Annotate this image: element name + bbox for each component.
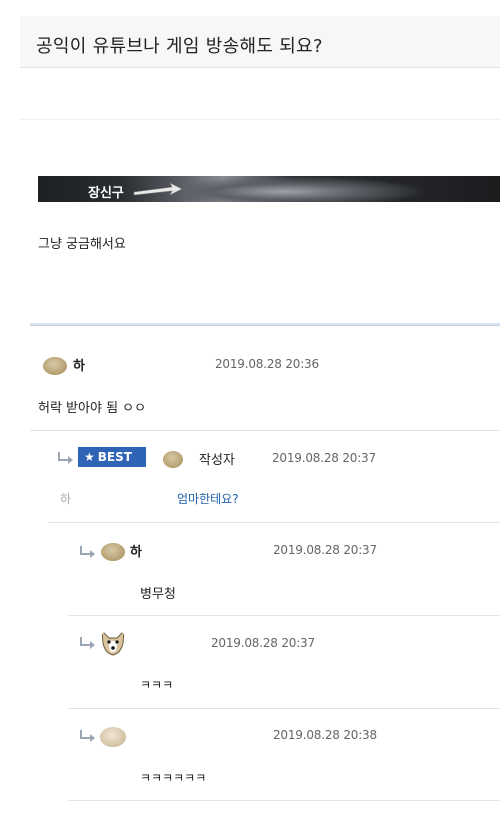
comment-separator	[48, 522, 500, 523]
reply-arrow-icon	[80, 637, 95, 649]
comment-text: 병무청	[140, 587, 176, 602]
comment-date: 2019.08.28 20:38	[273, 728, 377, 742]
best-badge: ★ BEST	[78, 447, 146, 467]
quoted-nick: 하	[60, 492, 72, 506]
comment-nick[interactable]: 하	[73, 355, 85, 374]
comment-date: 2019.08.28 20:37	[273, 543, 377, 557]
puppy-avatar-icon	[100, 727, 126, 747]
dog-avatar-icon	[101, 629, 125, 656]
comment-nick[interactable]: 작성자	[199, 449, 235, 468]
caption-arrow-icon	[133, 182, 183, 196]
reply-arrow-icon	[80, 546, 95, 558]
post-image: 장신구	[38, 176, 500, 202]
potato-avatar-icon	[163, 451, 183, 468]
potato-avatar-icon	[43, 357, 67, 375]
comment-text: 허락 받아야 됨 ㅇㅇ	[38, 401, 147, 416]
post-title-bar: 공익이 유튜브나 게임 방송해도 되요?	[20, 16, 500, 68]
image-caption: 장신구	[88, 186, 124, 201]
star-icon: ★	[84, 450, 95, 464]
comments-divider	[30, 323, 500, 326]
reply-arrow-icon	[58, 452, 73, 464]
post-body: 그냥 궁금해서요	[38, 237, 126, 252]
comment-separator	[68, 800, 500, 801]
reply-arrow-icon	[80, 730, 95, 742]
best-label: BEST	[97, 450, 132, 464]
comment-separator	[30, 430, 500, 431]
comment-date: 2019.08.28 20:37	[272, 451, 376, 465]
comment-text: ㅋㅋㅋ	[140, 678, 174, 692]
image-shade	[188, 176, 428, 202]
comment-date: 2019.08.28 20:37	[211, 636, 315, 650]
comment-nick[interactable]: 하	[130, 541, 142, 560]
comment-date: 2019.08.28 20:36	[215, 357, 319, 371]
post-meta-strip	[20, 68, 500, 120]
potato-avatar-icon	[101, 543, 125, 561]
comment-separator	[68, 708, 500, 709]
post-title: 공익이 유튜브나 게임 방송해도 되요?	[36, 36, 323, 57]
comment-separator	[68, 615, 500, 616]
comment-text: 엄마한테요?	[177, 492, 239, 506]
comment-text: ㅋㅋㅋㅋㅋㅋ	[140, 771, 207, 785]
